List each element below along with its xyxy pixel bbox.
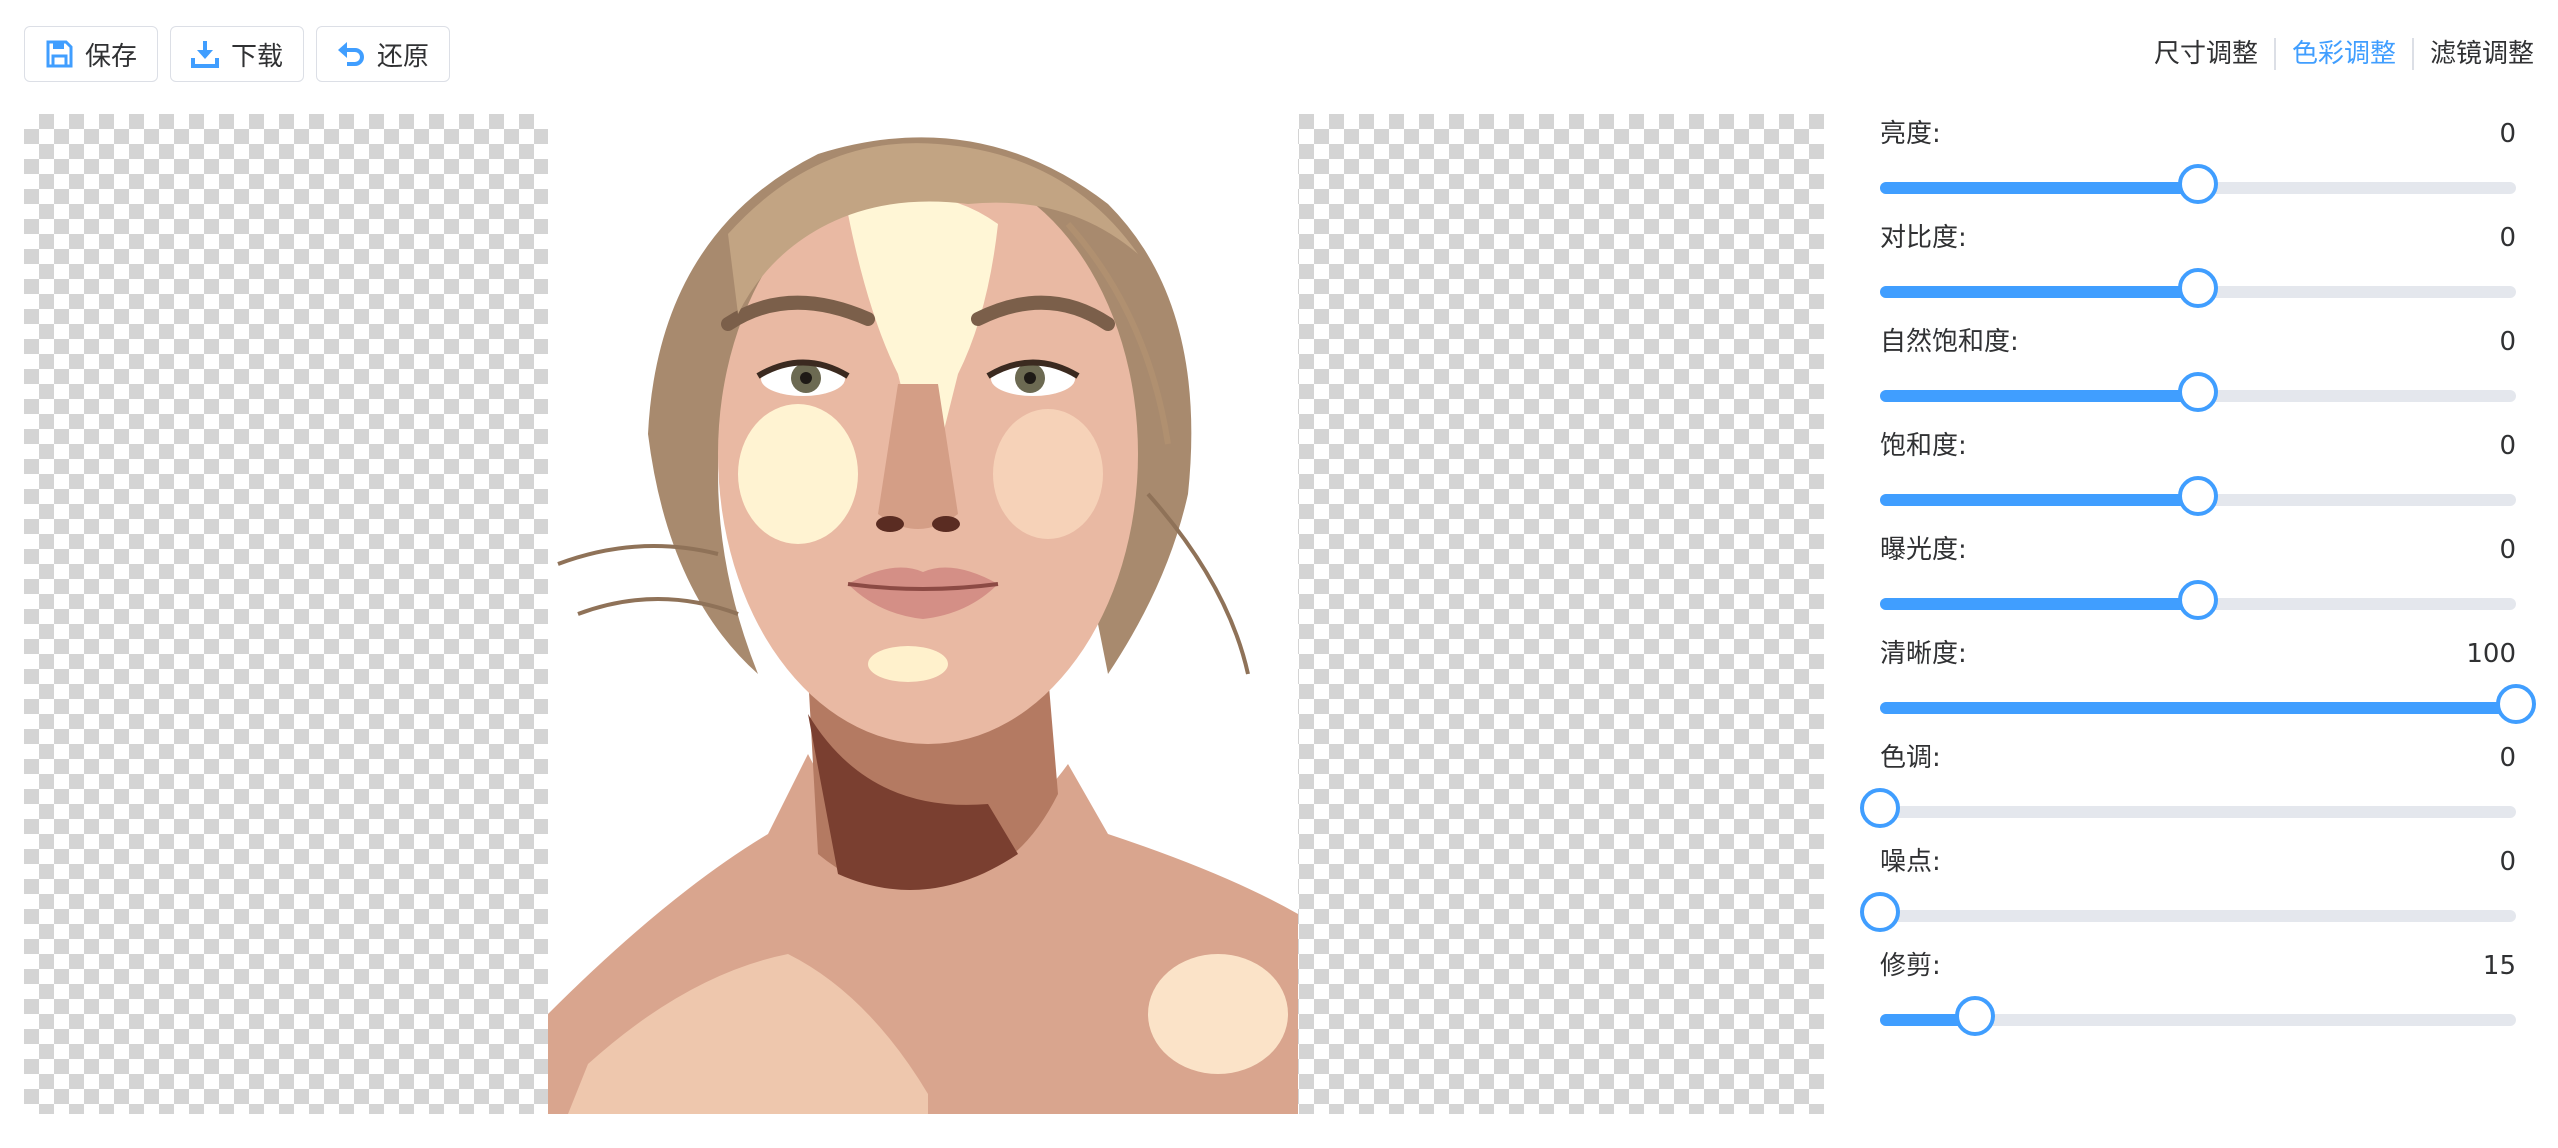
vibrance-slider-handle[interactable] (2178, 372, 2218, 412)
hue-slider-handle[interactable] (1860, 788, 1900, 828)
contrast-row: 对比度: 0 (1880, 218, 2516, 322)
vibrance-slider[interactable] (1880, 372, 2516, 412)
saturation-row: 饱和度: 0 (1880, 426, 2516, 530)
contrast-slider[interactable] (1880, 268, 2516, 308)
noise-slider[interactable] (1860, 892, 2516, 932)
undo-icon (335, 38, 367, 70)
trim-slider-handle[interactable] (1955, 996, 1996, 1036)
exposure-slider-fill (1880, 598, 2198, 610)
saturation-slider[interactable] (1880, 476, 2516, 516)
hue-slider[interactable] (1860, 788, 2516, 828)
hue-label: 色调: (1880, 743, 1941, 773)
tab-filter-adjust[interactable]: 滤镜调整 (2414, 34, 2534, 74)
toolbar: 保存 下载 还原 (24, 26, 451, 82)
image-canvas[interactable] (24, 114, 1824, 1114)
trim-value: 15 (2482, 951, 2516, 981)
vibrance-row: 自然饱和度: 0 (1880, 322, 2516, 426)
contrast-value: 0 (2499, 223, 2516, 253)
save-icon (43, 38, 75, 70)
saturation-slider-fill (1880, 494, 2198, 506)
brightness-row: 亮度: 0 (1880, 114, 2516, 218)
save-button[interactable]: 保存 (24, 26, 159, 82)
clarity-slider[interactable] (1880, 684, 2536, 724)
clarity-label: 清晰度: (1880, 639, 1967, 669)
download-icon (189, 38, 221, 70)
save-button-label: 保存 (85, 41, 138, 72)
saturation-slider-handle[interactable] (2178, 476, 2218, 516)
tab-color-adjust[interactable]: 色彩调整 (2276, 34, 2412, 74)
noise-value: 0 (2499, 847, 2516, 877)
restore-button[interactable]: 还原 (316, 26, 451, 82)
trim-slider[interactable] (1880, 996, 2516, 1036)
trim-label: 修剪: (1880, 951, 1941, 981)
vibrance-value: 0 (2499, 327, 2516, 357)
exposure-slider[interactable] (1880, 580, 2516, 620)
noise-slider-handle[interactable] (1860, 892, 1900, 932)
contrast-slider-fill (1880, 286, 2198, 298)
hue-value: 0 (2499, 743, 2516, 773)
exposure-label: 曝光度: (1880, 535, 1967, 565)
download-button[interactable]: 下载 (170, 26, 305, 82)
restore-button-label: 还原 (377, 41, 430, 72)
exposure-slider-handle[interactable] (2178, 580, 2218, 620)
brightness-slider-fill (1880, 182, 2198, 194)
saturation-value: 0 (2499, 431, 2516, 461)
hue-row: 色调: 0 (1860, 738, 2516, 842)
exposure-value: 0 (2499, 535, 2516, 565)
adjust-tabs: 尺寸调整 色彩调整 滤镜调整 (2138, 34, 2534, 74)
noise-label: 噪点: (1880, 847, 1941, 877)
vibrance-label: 自然饱和度: (1880, 327, 2019, 357)
tab-size-adjust[interactable]: 尺寸调整 (2138, 34, 2274, 74)
trim-row: 修剪: 15 (1880, 946, 2516, 1050)
saturation-label: 饱和度: (1880, 431, 1967, 461)
brightness-slider[interactable] (1880, 164, 2516, 204)
noise-row: 噪点: 0 (1860, 842, 2516, 946)
contrast-label: 对比度: (1880, 223, 1967, 253)
clarity-slider-handle[interactable] (2496, 684, 2536, 724)
contrast-slider-handle[interactable] (2178, 268, 2218, 308)
vibrance-slider-fill (1880, 390, 2198, 402)
clarity-slider-fill (1880, 702, 2516, 714)
clarity-row: 清晰度: 100 (1880, 634, 2536, 738)
brightness-value: 0 (2499, 119, 2516, 149)
brightness-slider-handle[interactable] (2178, 164, 2218, 204)
exposure-row: 曝光度: 0 (1880, 530, 2516, 634)
color-adjust-panel: 亮度: 0 对比度: 0 自然饱和度: 0 饱和度: 0 曝光度: 0 清晰度: 100 色调: 0 噪点:… (1860, 114, 2536, 1050)
clarity-value: 100 (2466, 639, 2516, 669)
portrait-image (548, 114, 1298, 1114)
brightness-label: 亮度: (1880, 119, 1941, 149)
download-button-label: 下载 (231, 41, 284, 72)
